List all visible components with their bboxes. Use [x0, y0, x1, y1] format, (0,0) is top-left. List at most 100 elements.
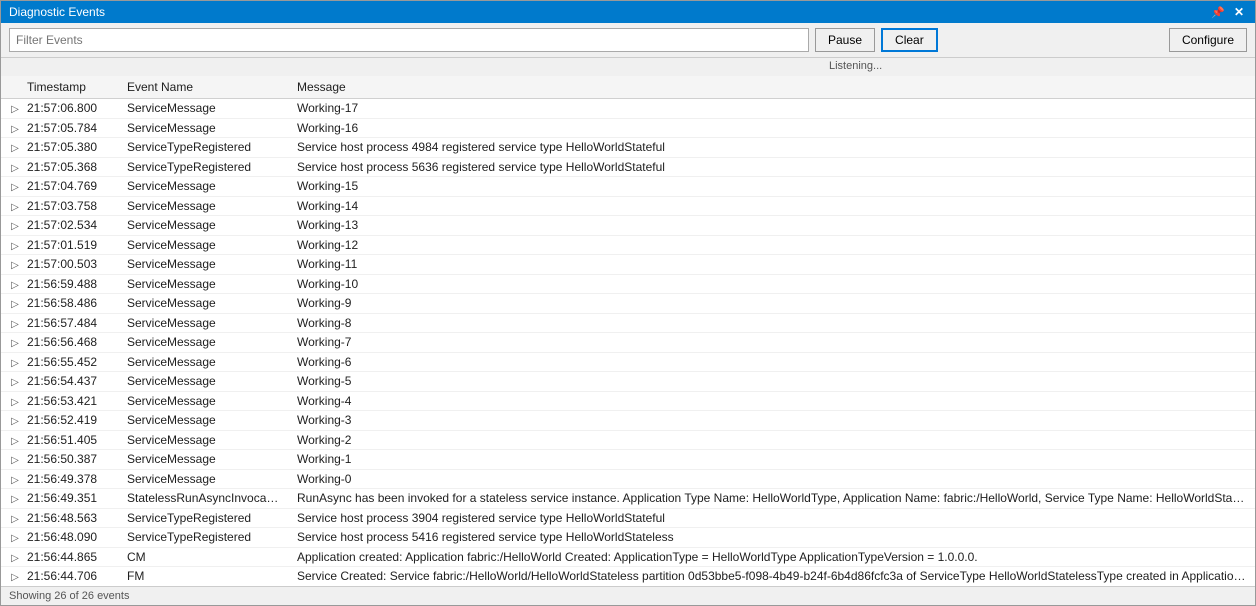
- cell-eventname: ServiceMessage: [119, 391, 289, 411]
- table-row[interactable]: ▷21:57:00.503ServiceMessageWorking-11: [1, 255, 1255, 275]
- listening-area: Listening...: [1, 58, 1255, 76]
- row-expand-icon[interactable]: ▷: [9, 572, 19, 584]
- cell-message: Working-14: [289, 196, 1255, 216]
- title-bar: Diagnostic Events 📌 ✕: [1, 1, 1255, 23]
- cell-eventname: ServiceMessage: [119, 333, 289, 353]
- table-row[interactable]: ▷21:56:48.563ServiceTypeRegisteredServic…: [1, 508, 1255, 528]
- table-row[interactable]: ▷21:56:49.378ServiceMessageWorking-0: [1, 469, 1255, 489]
- cell-timestamp: 21:56:57.484: [19, 313, 119, 333]
- cell-timestamp: 21:56:52.419: [19, 411, 119, 431]
- cell-eventname: FM: [119, 567, 289, 587]
- table-row[interactable]: ▷21:57:04.769ServiceMessageWorking-15: [1, 177, 1255, 197]
- table-row[interactable]: ▷21:56:59.488ServiceMessageWorking-10: [1, 274, 1255, 294]
- clear-button[interactable]: Clear: [881, 28, 938, 52]
- cell-message: Working-7: [289, 333, 1255, 353]
- pause-button[interactable]: Pause: [815, 28, 875, 52]
- cell-timestamp: 21:57:05.784: [19, 118, 119, 138]
- cell-eventname: ServiceTypeRegistered: [119, 508, 289, 528]
- row-expand-icon[interactable]: ▷: [9, 377, 19, 389]
- cell-message: Working-2: [289, 430, 1255, 450]
- close-button[interactable]: ✕: [1231, 4, 1247, 20]
- table-header-row: Timestamp Event Name Message: [1, 76, 1255, 99]
- table-row[interactable]: ▷21:56:55.452ServiceMessageWorking-6: [1, 352, 1255, 372]
- cell-message: Working-10: [289, 274, 1255, 294]
- table-row[interactable]: ▷21:56:51.405ServiceMessageWorking-2: [1, 430, 1255, 450]
- table-row[interactable]: ▷21:57:05.380ServiceTypeRegisteredServic…: [1, 138, 1255, 158]
- row-expand-icon[interactable]: ▷: [9, 435, 19, 447]
- cell-eventname: ServiceMessage: [119, 255, 289, 275]
- table-row[interactable]: ▷21:56:48.090ServiceTypeRegisteredServic…: [1, 528, 1255, 548]
- events-table-container[interactable]: Timestamp Event Name Message ▷21:57:06.8…: [1, 76, 1255, 586]
- row-expand-icon[interactable]: ▷: [9, 123, 19, 135]
- pin-icon[interactable]: 📌: [1211, 6, 1225, 19]
- row-expand-icon[interactable]: ▷: [9, 299, 19, 311]
- table-row[interactable]: ▷21:57:03.758ServiceMessageWorking-14: [1, 196, 1255, 216]
- table-row[interactable]: ▷21:56:58.486ServiceMessageWorking-9: [1, 294, 1255, 314]
- table-row[interactable]: ▷21:56:44.865CMApplication created: Appl…: [1, 547, 1255, 567]
- cell-eventname: ServiceMessage: [119, 469, 289, 489]
- row-expand-icon[interactable]: ▷: [9, 240, 19, 252]
- cell-timestamp: 21:57:06.800: [19, 99, 119, 119]
- row-expand-icon[interactable]: ▷: [9, 318, 19, 330]
- row-expand-icon[interactable]: ▷: [9, 552, 19, 564]
- row-expand-icon[interactable]: ▷: [9, 357, 19, 369]
- row-expand-icon[interactable]: ▷: [9, 279, 19, 291]
- row-expand-icon[interactable]: ▷: [9, 182, 19, 194]
- table-row[interactable]: ▷21:57:05.368ServiceTypeRegisteredServic…: [1, 157, 1255, 177]
- row-expand-icon[interactable]: ▷: [9, 260, 19, 272]
- cell-message: Working-16: [289, 118, 1255, 138]
- row-expand-icon[interactable]: ▷: [9, 494, 19, 506]
- row-expand-icon[interactable]: ▷: [9, 513, 19, 525]
- filter-input[interactable]: [9, 28, 809, 52]
- cell-timestamp: 21:56:50.387: [19, 450, 119, 470]
- cell-timestamp: 21:56:54.437: [19, 372, 119, 392]
- table-row[interactable]: ▷21:56:50.387ServiceMessageWorking-1: [1, 450, 1255, 470]
- toolbar: Pause Clear Configure: [1, 23, 1255, 58]
- row-expand-icon[interactable]: ▷: [9, 474, 19, 486]
- col-header-eventname: Event Name: [119, 76, 289, 99]
- cell-timestamp: 21:57:05.368: [19, 157, 119, 177]
- table-row[interactable]: ▷21:56:56.468ServiceMessageWorking-7: [1, 333, 1255, 353]
- cell-message: Service host process 4984 registered ser…: [289, 138, 1255, 158]
- cell-eventname: CM: [119, 547, 289, 567]
- row-expand-icon[interactable]: ▷: [9, 533, 19, 545]
- row-expand-icon[interactable]: ▷: [9, 416, 19, 428]
- table-row[interactable]: ▷21:57:01.519ServiceMessageWorking-12: [1, 235, 1255, 255]
- cell-timestamp: 21:56:58.486: [19, 294, 119, 314]
- cell-eventname: ServiceMessage: [119, 216, 289, 236]
- row-expand-icon[interactable]: ▷: [9, 396, 19, 408]
- table-row[interactable]: ▷21:56:52.419ServiceMessageWorking-3: [1, 411, 1255, 431]
- table-row[interactable]: ▷21:56:53.421ServiceMessageWorking-4: [1, 391, 1255, 411]
- row-expand-icon[interactable]: ▷: [9, 143, 19, 155]
- cell-eventname: ServiceMessage: [119, 196, 289, 216]
- row-expand-icon[interactable]: ▷: [9, 162, 19, 174]
- cell-eventname: ServiceMessage: [119, 118, 289, 138]
- table-row[interactable]: ▷21:56:57.484ServiceMessageWorking-8: [1, 313, 1255, 333]
- cell-timestamp: 21:57:03.758: [19, 196, 119, 216]
- table-row[interactable]: ▷21:57:05.784ServiceMessageWorking-16: [1, 118, 1255, 138]
- cell-timestamp: 21:56:51.405: [19, 430, 119, 450]
- cell-message: Working-8: [289, 313, 1255, 333]
- cell-eventname: ServiceMessage: [119, 313, 289, 333]
- table-row[interactable]: ▷21:57:02.534ServiceMessageWorking-13: [1, 216, 1255, 236]
- row-expand-icon[interactable]: ▷: [9, 201, 19, 213]
- row-expand-icon[interactable]: ▷: [9, 104, 19, 116]
- table-row[interactable]: ▷21:56:44.706FMService Created: Service …: [1, 567, 1255, 587]
- cell-eventname: ServiceTypeRegistered: [119, 138, 289, 158]
- table-row[interactable]: ▷21:56:49.351StatelessRunAsyncInvocation…: [1, 489, 1255, 509]
- cell-timestamp: 21:57:05.380: [19, 138, 119, 158]
- configure-button[interactable]: Configure: [1169, 28, 1247, 52]
- cell-message: Service host process 5636 registered ser…: [289, 157, 1255, 177]
- row-expand-icon[interactable]: ▷: [9, 221, 19, 233]
- cell-timestamp: 21:57:00.503: [19, 255, 119, 275]
- cell-eventname: ServiceMessage: [119, 177, 289, 197]
- cell-message: Working-17: [289, 99, 1255, 119]
- row-expand-icon[interactable]: ▷: [9, 455, 19, 467]
- cell-eventname: ServiceMessage: [119, 352, 289, 372]
- col-header-timestamp: Timestamp: [19, 76, 119, 99]
- table-row[interactable]: ▷21:57:06.800ServiceMessageWorking-17: [1, 99, 1255, 119]
- table-row[interactable]: ▷21:56:54.437ServiceMessageWorking-5: [1, 372, 1255, 392]
- cell-timestamp: 21:56:44.865: [19, 547, 119, 567]
- row-expand-icon[interactable]: ▷: [9, 338, 19, 350]
- cell-eventname: ServiceMessage: [119, 372, 289, 392]
